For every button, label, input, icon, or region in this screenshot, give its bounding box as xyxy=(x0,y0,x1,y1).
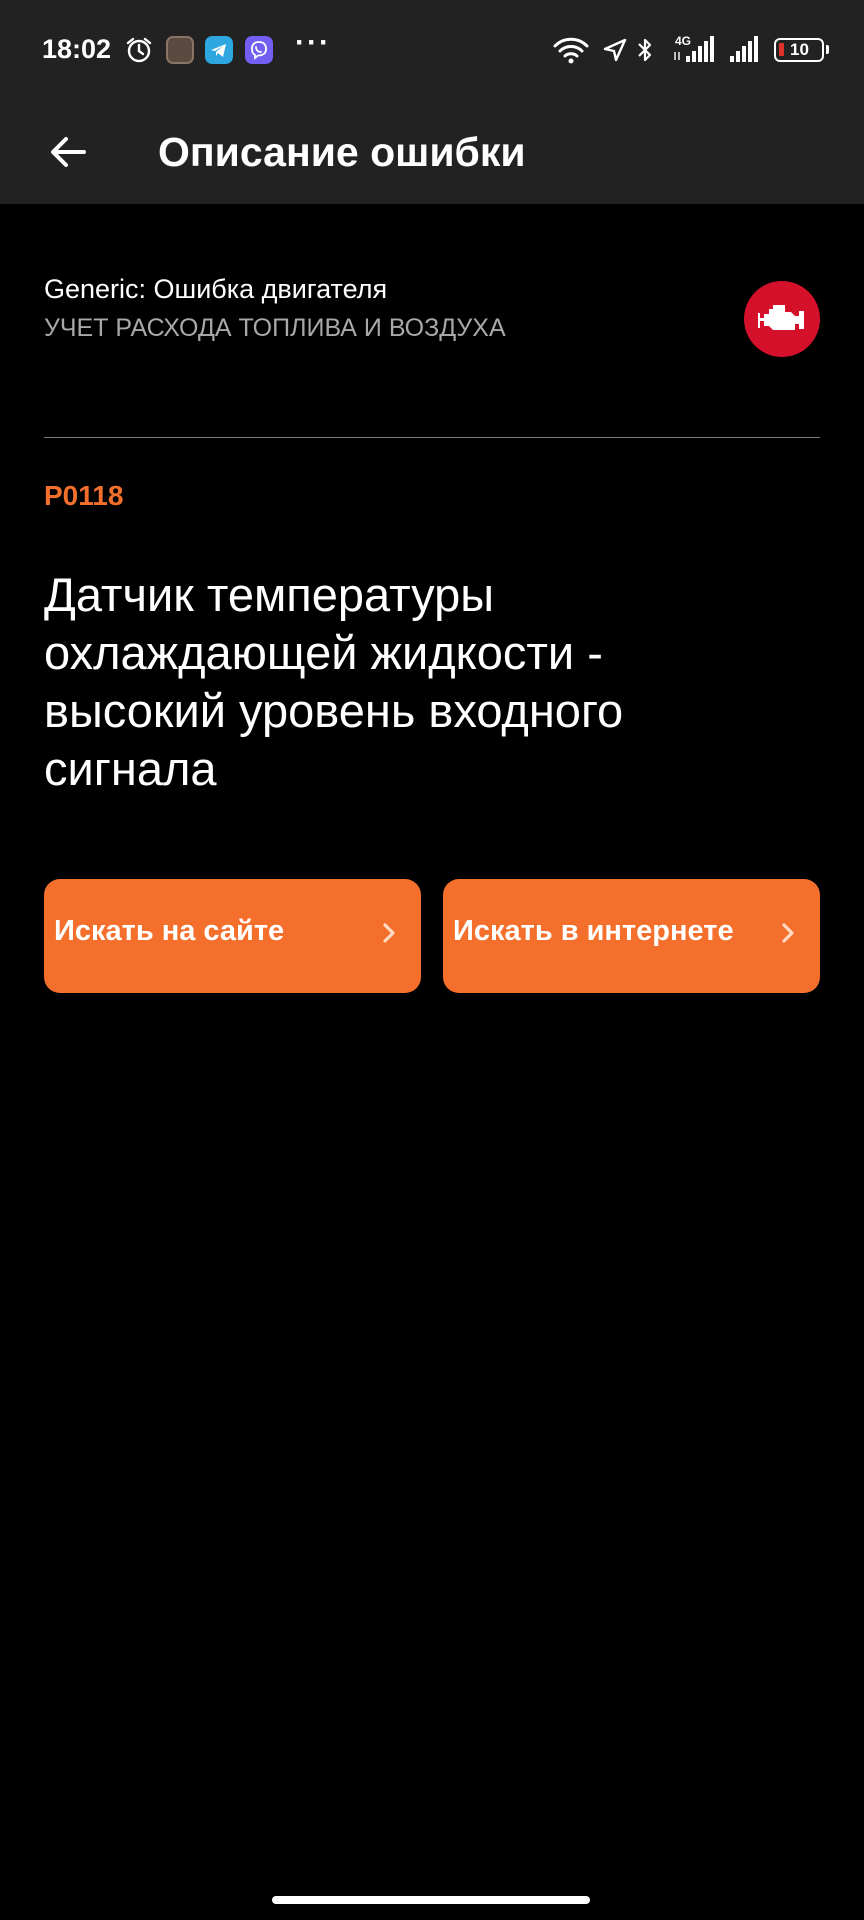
home-indicator[interactable] xyxy=(272,1896,590,1904)
app-bar: Описание ошибки xyxy=(0,100,864,204)
search-internet-label: Искать в интернете xyxy=(453,915,734,947)
error-code: P0118 xyxy=(44,480,124,511)
search-internet-button[interactable]: Искать в интернете xyxy=(443,879,820,993)
overflow-notifications-icon: ··· xyxy=(295,26,331,59)
status-bar: 18:02 ··· 4G 10 xyxy=(0,0,864,100)
status-time: 18:02 xyxy=(42,34,112,64)
alarm-icon xyxy=(126,37,152,63)
battery-icon: 10 xyxy=(774,38,829,62)
signal-strength-2-icon xyxy=(730,36,758,62)
wifi-icon xyxy=(553,37,589,64)
error-subcategory: УЧЕТ РАСХОДА ТОПЛИВА И ВОЗДУХА xyxy=(44,314,506,342)
search-site-button[interactable]: Искать на сайте xyxy=(44,879,421,993)
telegram-icon xyxy=(205,36,233,64)
error-category: Generic: Ошибка двигателя xyxy=(44,274,388,304)
signal-strength-icon xyxy=(674,36,714,62)
page-title: Описание ошибки xyxy=(158,129,526,175)
search-site-label: Искать на сайте xyxy=(54,915,285,947)
bluetooth-icon xyxy=(638,38,652,62)
check-engine-icon xyxy=(758,305,804,330)
back-button[interactable] xyxy=(36,120,100,184)
arrow-left-icon xyxy=(51,137,86,167)
chevron-right-icon xyxy=(383,923,395,943)
location-icon xyxy=(603,38,627,62)
battery-level: 10 xyxy=(790,40,809,59)
notification-app-icon xyxy=(166,36,194,64)
engine-badge xyxy=(744,281,820,357)
error-description: Датчик температуры охлаждающей жидкости … xyxy=(44,568,624,795)
divider xyxy=(44,437,820,438)
viber-icon xyxy=(245,36,273,64)
chevron-right-icon xyxy=(782,923,794,943)
